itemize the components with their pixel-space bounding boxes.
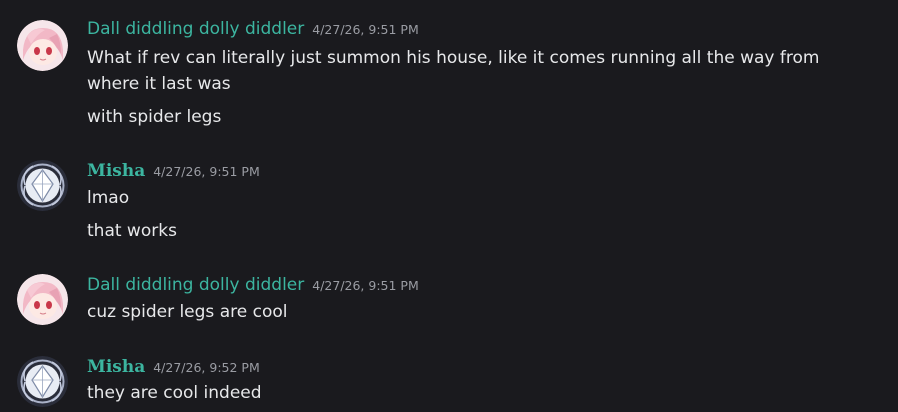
message-text: they are cool indeed [87, 383, 262, 403]
timestamp[interactable]: 4/27/26, 9:51 PM [153, 164, 260, 179]
message-header: Misha 4/27/26, 9:52 PM [87, 356, 260, 378]
message-text: lmao [87, 188, 130, 208]
crystal-emblem-avatar-icon[interactable] [17, 356, 68, 407]
message-header: Dall diddling dolly diddler 4/27/26, 9:51… [87, 274, 419, 296]
message-header: Misha 4/27/26, 9:51 PM [87, 160, 260, 182]
username[interactable]: Dall diddling dolly diddler [87, 275, 304, 295]
username[interactable]: Misha [87, 161, 145, 181]
timestamp[interactable]: 4/27/26, 9:52 PM [153, 360, 260, 375]
anime-girl-avatar-icon[interactable] [17, 274, 68, 325]
chat-message-list: Dall diddling dolly diddler 4/27/26, 9:51… [0, 0, 898, 412]
timestamp[interactable]: 4/27/26, 9:51 PM [312, 278, 419, 293]
message-text: that works [87, 221, 177, 241]
crystal-emblem-avatar-icon[interactable] [17, 160, 68, 211]
username[interactable]: Dall diddling dolly diddler [87, 19, 304, 39]
username[interactable]: Misha [87, 357, 145, 377]
anime-girl-avatar-icon[interactable] [17, 20, 68, 71]
message-text: with spider legs [87, 107, 222, 127]
message-header: Dall diddling dolly diddler 4/27/26, 9:51… [87, 18, 419, 40]
message-text: What if rev can literally just summon hi… [87, 48, 820, 94]
timestamp[interactable]: 4/27/26, 9:51 PM [312, 22, 419, 37]
message-text: cuz spider legs are cool [87, 302, 288, 322]
